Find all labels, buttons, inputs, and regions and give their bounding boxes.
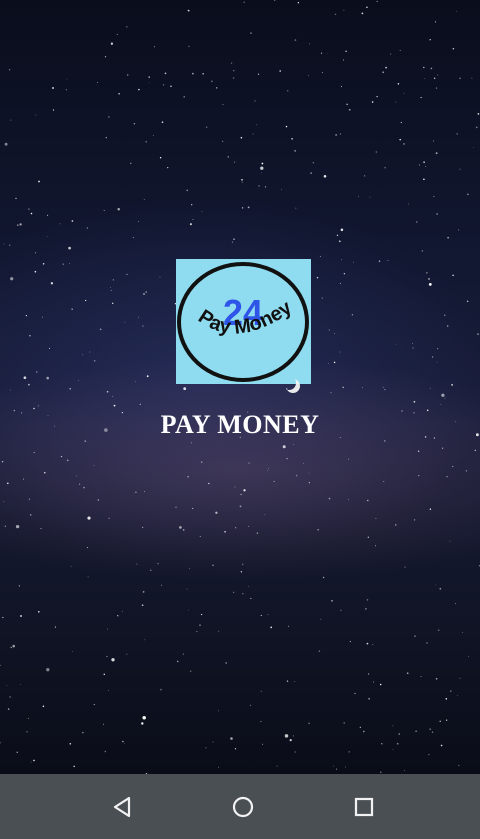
logo-emblem-icon: 24 Pay Money	[177, 262, 309, 382]
recents-square-icon	[354, 797, 374, 817]
moon-decoration	[282, 376, 296, 390]
starfield-background	[0, 0, 480, 774]
back-button[interactable]	[105, 790, 139, 824]
app-logo: 24 Pay Money	[176, 259, 311, 384]
app-title: PAY MONEY	[160, 410, 320, 439]
back-triangle-icon	[113, 796, 131, 818]
recents-button[interactable]	[347, 790, 381, 824]
system-navigation-bar	[0, 774, 480, 839]
home-circle-icon	[232, 796, 254, 818]
home-button[interactable]	[226, 790, 260, 824]
splash-screen: 24 Pay Money PAY MONEY	[0, 0, 480, 774]
